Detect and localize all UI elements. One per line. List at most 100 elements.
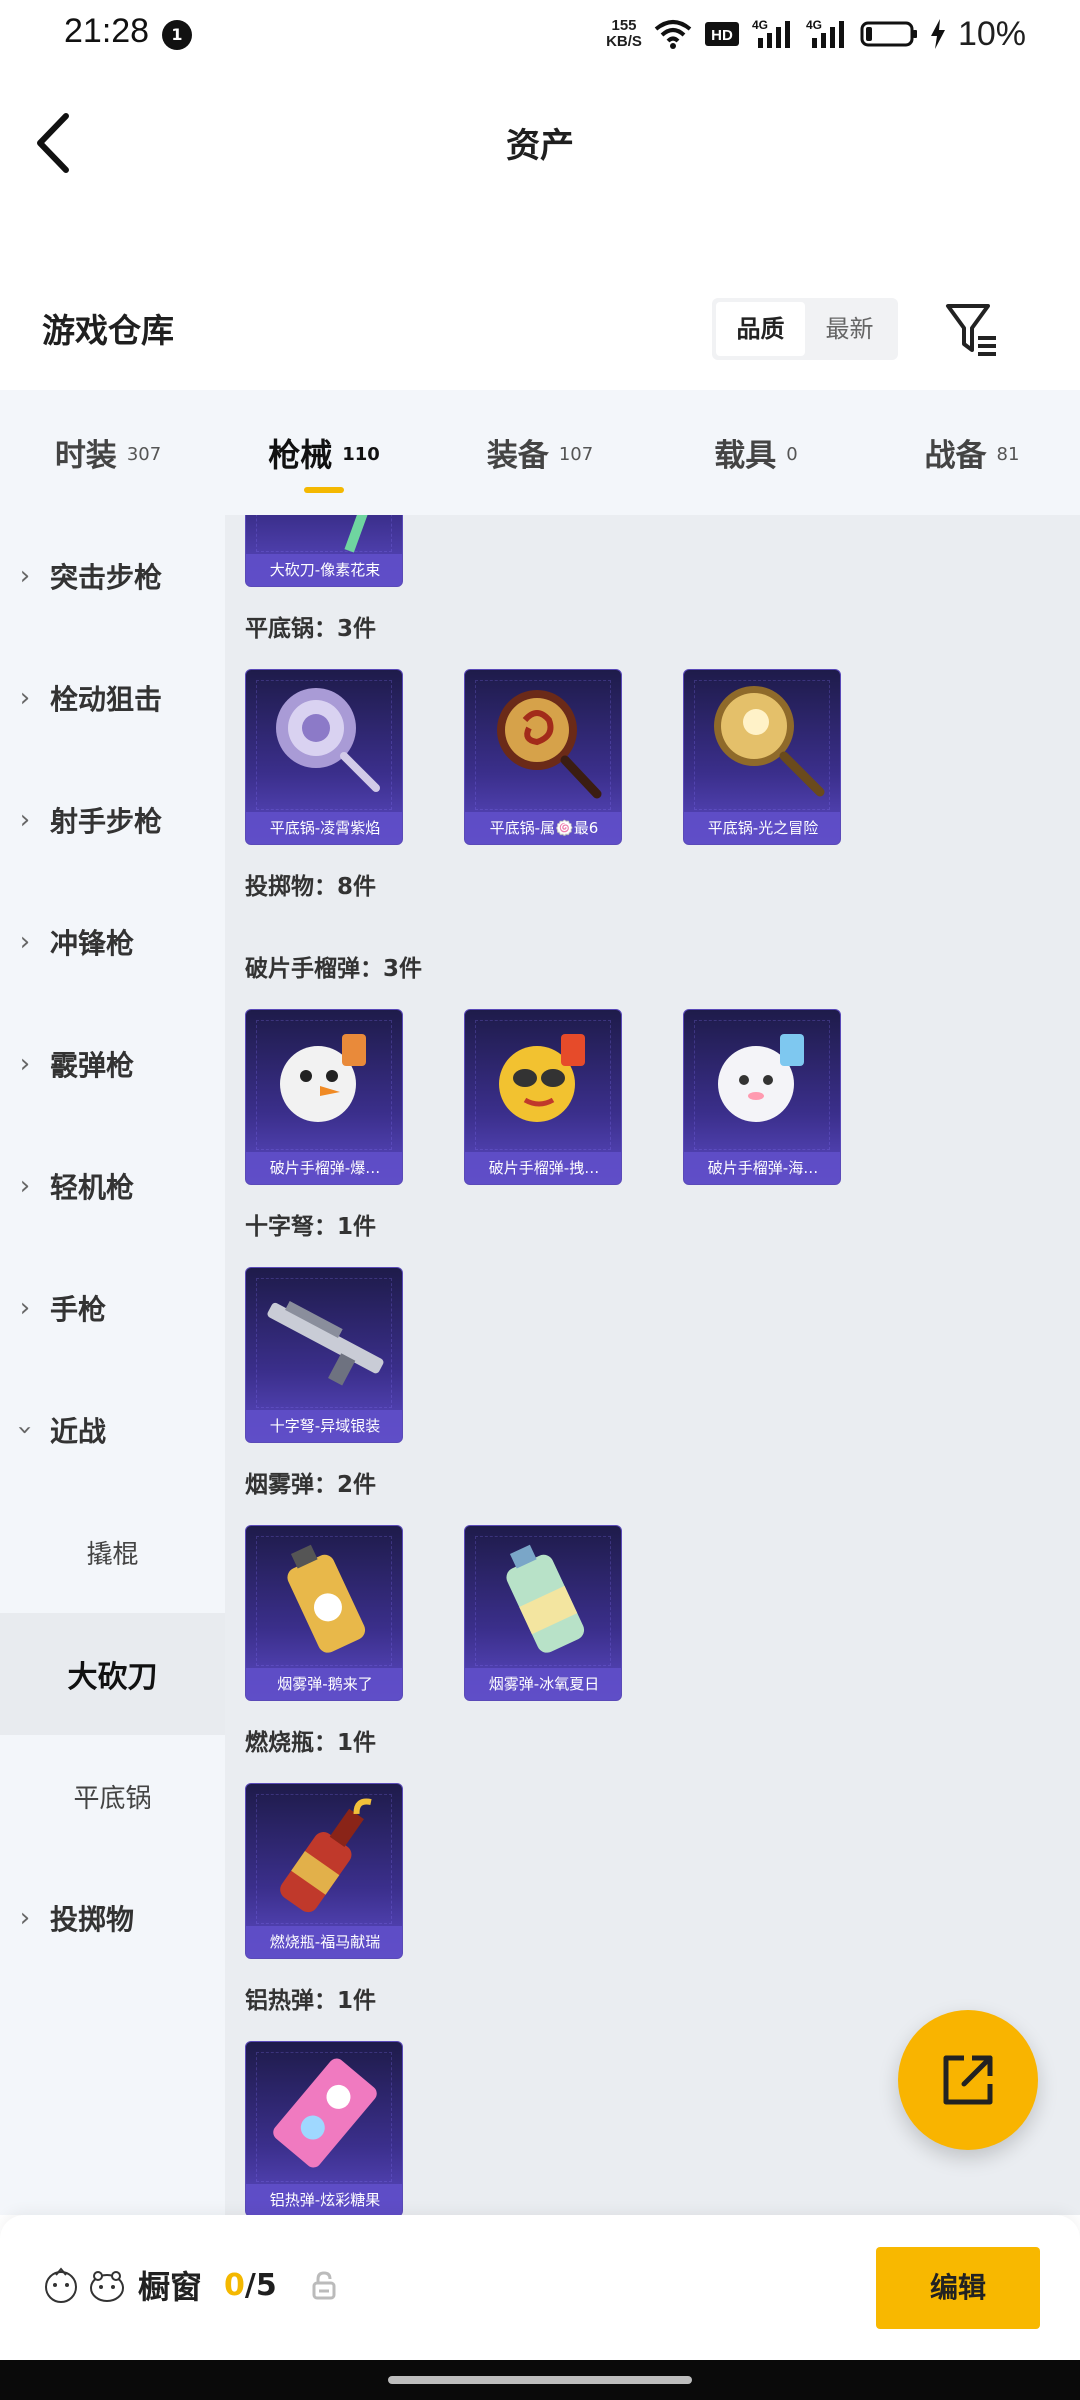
sidebar-item-melee[interactable]: › 近战 <box>0 1369 225 1491</box>
hd-icon: HD <box>704 22 739 46</box>
tab-firearms[interactable]: 枪械 110 <box>216 390 432 515</box>
item-card[interactable]: 十字弩-异域银装 <box>245 1267 403 1443</box>
sidebar-item-shotgun[interactable]: › 霰弹枪 <box>0 1003 225 1125</box>
mascot-icon-2 <box>90 2271 124 2302</box>
status-bar: 21:28 1 155 KB/S HD 4G 4G 10% <box>0 0 1080 70</box>
sidebar-subitem-crowbar[interactable]: 撬棍 <box>0 1491 225 1613</box>
item-card-name: 破片手榴弹-爆… <box>246 1152 402 1184</box>
item-card[interactable]: 破片手榴弹-爆… <box>245 1009 403 1185</box>
section-title: 平底锅：3件 <box>245 616 377 642</box>
sidebar-item-lmg[interactable]: › 轻机枪 <box>0 1125 225 1247</box>
item-card-name: 破片手榴弹-拽… <box>465 1152 621 1184</box>
wifi-icon <box>654 20 692 49</box>
tab-vehicles[interactable]: 载具 0 <box>648 390 864 515</box>
item-card-name: 烟雾弹-冰氧夏日 <box>465 1668 621 1700</box>
sidebar-item-pistol[interactable]: › 手枪 <box>0 1247 225 1369</box>
item-card[interactable]: 大砍刀-像素花束 <box>245 515 403 587</box>
battery-icon <box>860 21 917 47</box>
item-card[interactable]: 铝热弹-炫彩糖果 <box>245 2041 403 2215</box>
showcase-label: 橱窗 <box>138 2268 203 2306</box>
category-sidebar: › 突击步枪 › 栓动狙击 › 射手步枪 › 冲锋枪 › 霰弹枪 › 轻机枪 ›… <box>0 515 225 2215</box>
tab-battle-prep[interactable]: 战备 81 <box>864 390 1080 515</box>
status-time: 21:28 <box>64 12 150 50</box>
category-tabs: 时装 307 枪械 110 装备 107 载具 0 战备 81 <box>0 390 1080 515</box>
battery-level: 10% <box>957 14 1026 53</box>
machete-art-icon <box>344 515 368 553</box>
pan-art-icon <box>497 690 602 799</box>
sidebar-subitem-machete[interactable]: 大砍刀 <box>0 1613 225 1735</box>
warehouse-header: 游戏仓库 品质 最新 <box>0 280 1080 380</box>
network-1-label: 4G <box>752 18 768 32</box>
sidebar-subitem-pan[interactable]: 平底锅 <box>0 1735 225 1857</box>
sidebar-item-label: 栓动狙击 <box>50 683 163 716</box>
tab-label: 时装 <box>54 438 117 474</box>
item-card-name: 平底锅-光之冒险 <box>684 812 840 844</box>
tab-label: 战备 <box>924 438 987 474</box>
chevron-right-icon: › <box>19 1049 31 1079</box>
item-card[interactable]: 破片手榴弹-海… <box>683 1009 841 1185</box>
item-card-name: 铝热弹-炫彩糖果 <box>246 2184 402 2215</box>
tab-count: 110 <box>342 444 380 465</box>
signal-icon: 4G <box>752 18 790 48</box>
sidebar-item-label: 轻机枪 <box>50 1171 135 1204</box>
pan-art-icon <box>276 688 380 792</box>
sidebar-item-assault-rifle[interactable]: › 突击步枪 <box>0 515 225 637</box>
item-card[interactable]: 平底锅-属🍥最6 <box>464 669 622 845</box>
signal-icon-2: 4G <box>806 18 844 48</box>
item-card[interactable]: 破片手榴弹-拽… <box>464 1009 622 1185</box>
filter-icon <box>946 304 996 356</box>
app-root: 21:28 1 155 KB/S HD 4G 4G 10% 资产 游戏仓库 品质… <box>0 0 1080 2400</box>
sidebar-item-marksman-rifle[interactable]: › 射手步枪 <box>0 759 225 881</box>
mascot-icon <box>45 2267 77 2303</box>
item-card[interactable]: 燃烧瓶-福马献瑞 <box>245 1783 403 1959</box>
grenade-art-icon <box>499 1034 585 1122</box>
tab-label: 载具 <box>714 438 777 474</box>
item-card[interactable]: 烟雾弹-鹅来了 <box>245 1525 403 1701</box>
sort-toggle: 品质 最新 <box>712 298 898 360</box>
item-card[interactable]: 烟雾弹-冰氧夏日 <box>464 1525 622 1701</box>
tab-label: 枪械 <box>268 435 333 474</box>
item-grid: 大砍刀-像素花束 平底锅：3件 平底锅-凌霄紫焰 平底锅-属🍥最6 平底锅-光之… <box>225 515 1080 2215</box>
tab-equipment[interactable]: 装备 107 <box>432 390 648 515</box>
smoke-grenade-art-icon <box>287 1544 366 1653</box>
sort-by-latest[interactable]: 最新 <box>805 302 894 356</box>
active-tab-indicator <box>304 487 344 493</box>
sidebar-item-bolt-sniper[interactable]: › 栓动狙击 <box>0 637 225 759</box>
chevron-right-icon: › <box>19 1903 31 1933</box>
net-speed: 155 KB/S <box>606 18 642 50</box>
warehouse-title: 游戏仓库 <box>42 311 174 350</box>
home-gesture-handle[interactable] <box>388 2376 692 2384</box>
showcase-separator: / <box>244 2267 256 2303</box>
tab-count: 0 <box>786 444 798 465</box>
edit-button[interactable]: 编辑 <box>876 2247 1040 2329</box>
showcase-total: 5 <box>255 2267 277 2303</box>
showcase-count: 0/5 <box>224 2268 277 2303</box>
share-out-button[interactable] <box>898 2010 1038 2150</box>
page-title: 资产 <box>506 126 574 166</box>
item-card-name: 破片手榴弹-海… <box>684 1152 840 1184</box>
tab-count: 307 <box>126 444 162 465</box>
share-out-icon <box>943 2055 993 2105</box>
item-card[interactable]: 平底锅-凌霄紫焰 <box>245 669 403 845</box>
tab-fashion[interactable]: 时装 307 <box>0 390 216 515</box>
item-card-name: 烟雾弹-鹅来了 <box>246 1668 402 1700</box>
grenade-art-icon <box>718 1034 804 1122</box>
item-card-name: 十字弩-异域银装 <box>246 1410 402 1442</box>
sort-by-quality[interactable]: 品质 <box>716 302 805 356</box>
sidebar-item-throwables[interactable]: › 投掷物 <box>0 1857 225 1979</box>
smoke-grenade-art-icon <box>506 1544 585 1653</box>
chevron-right-icon: › <box>19 1171 31 1201</box>
net-speed-unit: KB/S <box>606 33 642 50</box>
section-title: 投掷物：8件 <box>245 874 377 900</box>
showcase[interactable]: 橱窗 0/5 <box>42 2255 337 2315</box>
thermite-art-icon <box>273 2058 377 2168</box>
sidebar-item-label: 霰弹枪 <box>50 1049 135 1082</box>
showcase-current: 0 <box>224 2267 245 2303</box>
filter-button[interactable] <box>944 300 1000 360</box>
network-2-label: 4G <box>806 18 822 32</box>
grenade-art-icon <box>280 1034 366 1122</box>
chevron-right-icon: › <box>19 561 31 591</box>
sidebar-item-smg[interactable]: › 冲锋枪 <box>0 881 225 1003</box>
chevron-right-icon: › <box>19 927 31 957</box>
item-card[interactable]: 平底锅-光之冒险 <box>683 669 841 845</box>
